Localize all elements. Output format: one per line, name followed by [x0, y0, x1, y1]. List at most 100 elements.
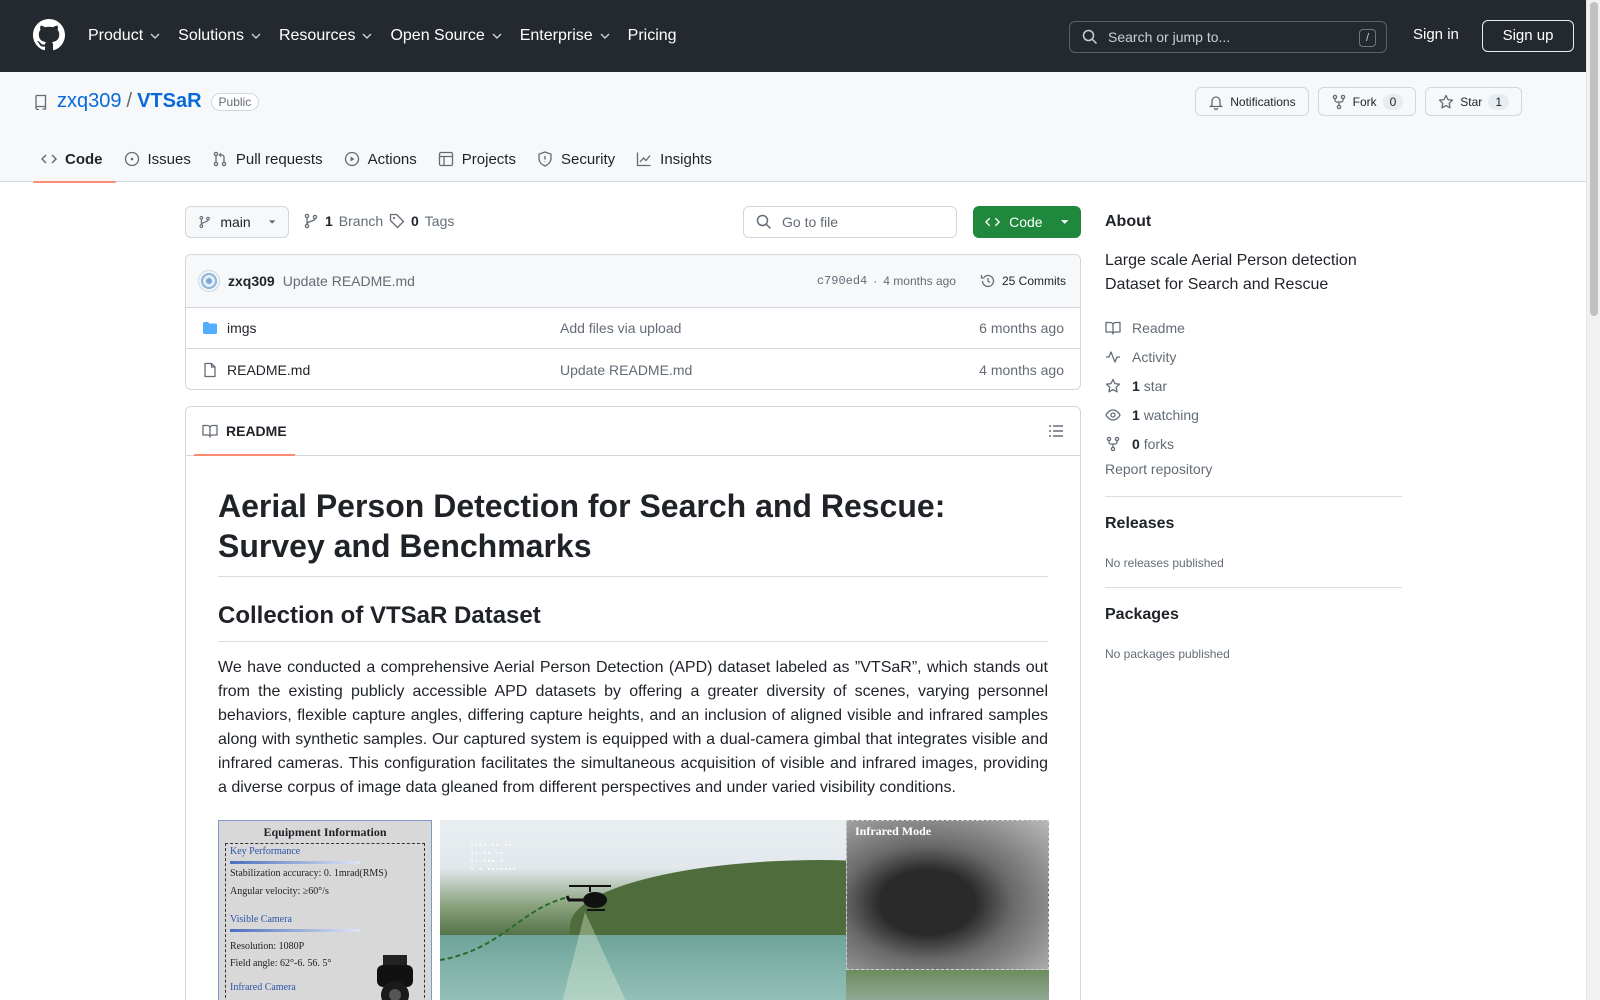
scrollbar-thumb[interactable] [1590, 2, 1598, 316]
tab-insights-label: Insights [660, 150, 712, 168]
file-commit-message-link[interactable]: Update README.md [560, 362, 692, 378]
visible-camera-label: Visible Camera [230, 914, 292, 925]
repo-owner-link[interactable]: zxq309 [57, 90, 122, 113]
packages-heading-link[interactable]: Packages [1105, 606, 1179, 624]
fork-icon [1332, 94, 1345, 109]
readme-paragraph: We have conducted a comprehensive Aerial… [218, 659, 1048, 796]
nav-enterprise-label: Enterprise [519, 27, 593, 44]
shield-icon [538, 151, 552, 167]
chevron-down-icon [362, 33, 372, 39]
code-dropdown-button[interactable]: Code [973, 206, 1081, 238]
nav-solutions[interactable]: Solutions [178, 22, 262, 50]
graph-icon [637, 152, 651, 167]
tab-code[interactable]: Code [33, 136, 116, 183]
nav-open-source[interactable]: Open Source [390, 22, 502, 50]
commit-author-link[interactable]: zxq309 [228, 273, 275, 289]
table-row[interactable]: imgs Add files via upload 6 months ago [186, 308, 1080, 349]
file-name-link[interactable]: imgs [227, 320, 257, 336]
file-commit-message-link[interactable]: Add files via upload [560, 320, 681, 336]
file-name-link[interactable]: README.md [227, 362, 310, 378]
github-logo-icon[interactable] [33, 19, 65, 51]
about-description: Large scale Aerial Person detection Data… [1105, 252, 1357, 293]
tab-issues[interactable]: Issues [116, 136, 204, 182]
infrared-bottom-image [846, 970, 1049, 1000]
list-unordered-icon[interactable] [1048, 423, 1064, 439]
activity-link-label: Activity [1132, 348, 1177, 365]
latest-commit-row: zxq309 Update README.md c790ed4 · 4 mont… [186, 255, 1080, 308]
branches-link[interactable]: 1 Branch [303, 213, 383, 229]
nav-resources[interactable]: Resources [279, 22, 373, 50]
tags-link[interactable]: 0 Tags [389, 213, 454, 229]
resolution-text: Resolution: 1080P [230, 941, 305, 952]
divider [1105, 587, 1402, 588]
infrared-camera-label: Infrared Camera [230, 982, 296, 993]
repo-actions: Notifications Fork 0 Star 1 [1195, 87, 1522, 116]
tab-projects[interactable]: Projects [430, 136, 529, 182]
issue-opened-icon [124, 151, 139, 167]
section-divider [230, 929, 360, 932]
fork-count: 0 [1382, 93, 1404, 110]
nav-enterprise[interactable]: Enterprise [520, 22, 611, 50]
activity-link[interactable]: Activity [1105, 342, 1199, 371]
nav-open-source-label: Open Source [390, 27, 485, 44]
sign-up-button[interactable]: Sign up [1482, 20, 1574, 52]
forks-count: 0 [1132, 435, 1140, 452]
sign-in-link[interactable]: Sign in [1413, 26, 1459, 43]
table-row[interactable]: README.md Update README.md 4 months ago [186, 349, 1080, 389]
tab-insights[interactable]: Insights [628, 136, 725, 182]
tab-pull-requests[interactable]: Pull requests [204, 136, 336, 182]
repo-name-link[interactable]: VTSaR [137, 90, 201, 113]
readme-panel: README Aerial Person Detection for Searc… [185, 406, 1081, 1000]
notifications-button[interactable]: Notifications [1195, 87, 1309, 116]
tab-issues-label: Issues [147, 150, 191, 168]
git-branch-icon [304, 213, 318, 229]
tab-actions-label: Actions [367, 150, 417, 168]
chevron-down-icon [600, 33, 610, 39]
nav-product[interactable]: Product [88, 22, 161, 50]
caret-down-icon [268, 220, 276, 224]
report-repository-link[interactable]: Report repository [1105, 461, 1212, 477]
field-angle-text: Field angle: 62°-6. 56. 5° [230, 958, 332, 969]
watching-link[interactable]: 1 watching [1105, 400, 1199, 429]
tab-pull-requests-label: Pull requests [235, 150, 323, 168]
tab-actions[interactable]: Actions [336, 136, 430, 182]
infrared-mode-label: Infrared Mode [855, 824, 932, 838]
search-shortcut-key: / [1359, 29, 1376, 47]
readme-figure: Equipment Information Key Performance St… [218, 820, 1049, 1000]
commit-meta: c790ed4 · 4 months ago 25 Commits [817, 273, 1066, 289]
stabilization-text: Stabilization accuracy: 0. 1mrad(RMS) [230, 868, 388, 879]
page-scrollbar[interactable] [1586, 0, 1600, 1000]
global-search-input[interactable]: Search or jump to... / [1069, 21, 1387, 53]
commit-message-link[interactable]: Update README.md [283, 273, 415, 289]
branch-selector[interactable]: main [185, 206, 289, 238]
go-to-file-input[interactable]: Go to file [743, 206, 957, 238]
code-icon [41, 154, 57, 164]
fork-button[interactable]: Fork 0 [1317, 87, 1417, 116]
commits-history-link[interactable]: 25 Commits [980, 273, 1066, 289]
about-links: Readme Activity 1 star 1 watching 0 fork… [1105, 313, 1199, 458]
tab-security-label: Security [560, 150, 616, 168]
fork-icon [1106, 436, 1120, 451]
stars-label: star [1143, 377, 1168, 394]
global-header: Product Solutions Resources Open Source … [0, 0, 1586, 72]
stars-link[interactable]: 1 star [1105, 371, 1199, 400]
tab-code-label: Code [65, 150, 103, 168]
nav-product-label: Product [88, 27, 144, 44]
commit-hash-link[interactable]: c790ed4 [817, 274, 867, 288]
watching-count: 1 [1132, 406, 1140, 423]
avatar[interactable] [198, 270, 220, 292]
nav-pricing[interactable]: Pricing [628, 22, 677, 50]
repo-header: zxq309 / VTSaR Public Notifications Fork… [0, 72, 1586, 183]
releases-heading-link[interactable]: Releases [1105, 515, 1174, 533]
readme-tab[interactable]: README [194, 407, 295, 456]
book-icon [1105, 321, 1121, 335]
releases-empty-text: No releases published [1105, 556, 1224, 570]
forks-link[interactable]: 0 forks [1105, 429, 1199, 458]
readme-link[interactable]: Readme [1105, 313, 1199, 342]
chevron-down-icon [492, 33, 502, 39]
tag-label: Tags [424, 213, 455, 229]
star-button[interactable]: Star 1 [1425, 87, 1522, 116]
tab-security[interactable]: Security [529, 136, 628, 182]
caret-down-icon [1060, 220, 1069, 224]
packages-empty-text: No packages published [1105, 647, 1230, 661]
